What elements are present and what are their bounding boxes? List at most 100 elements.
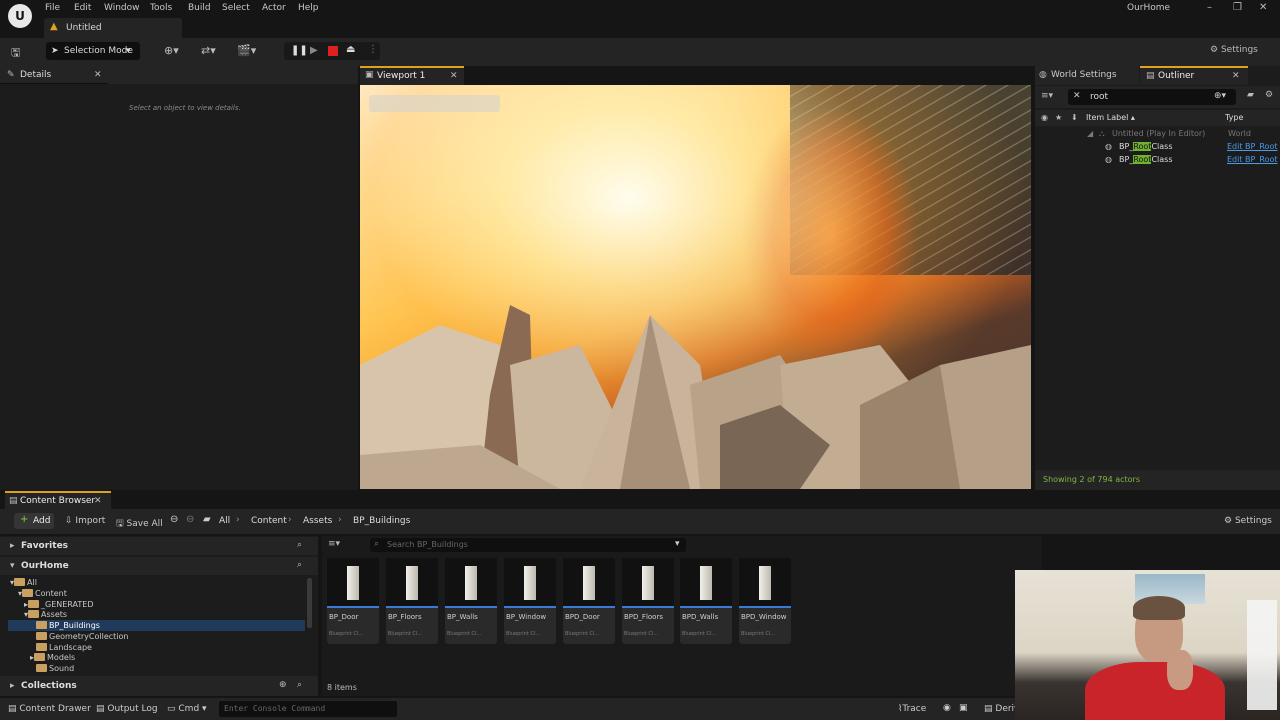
record-icon[interactable]: ◉ — [943, 703, 951, 713]
back-icon[interactable]: ⊖ — [170, 514, 178, 525]
breadcrumb-all[interactable]: All — [219, 516, 230, 526]
search-icon[interactable]: ⌕ — [297, 560, 302, 570]
step-icon[interactable]: ▶ — [310, 45, 318, 56]
menu-file[interactable]: File — [45, 3, 60, 13]
tab-outliner[interactable]: ▤ Outliner ✕ — [1140, 66, 1248, 85]
tree-item-all[interactable]: ▾ All — [10, 578, 37, 587]
close-tab-icon[interactable]: ✕ — [450, 71, 458, 81]
game-viewport[interactable] — [360, 85, 1031, 489]
add-button[interactable]: + Add — [14, 513, 54, 529]
tree-item-models[interactable]: ▸ Models — [30, 653, 75, 662]
tab-viewport[interactable]: ▣ Viewport 1 ✕ — [360, 66, 464, 85]
asset-tile[interactable]: BP_Floors Blueprint Cl... — [386, 558, 438, 644]
screenshot-icon[interactable]: ▣ — [959, 703, 968, 713]
stop-icon[interactable] — [328, 46, 338, 56]
visibility-icon[interactable]: ◉ — [1041, 113, 1048, 122]
collections-section[interactable]: ▸ Collections ⊕ ⌕ — [0, 676, 318, 696]
outliner-search-input[interactable]: ✕ root ⊕▾ — [1068, 89, 1236, 105]
star-icon[interactable]: ★ — [1055, 113, 1062, 122]
menu-window[interactable]: Window — [104, 3, 140, 13]
favorites-section[interactable]: ▸ Favorites ⌕ — [0, 537, 318, 555]
edit-blueprint-link[interactable]: Edit BP_Root — [1227, 155, 1277, 164]
menu-tools[interactable]: Tools — [150, 3, 172, 13]
forward-icon[interactable]: ⊖ — [186, 514, 194, 525]
add-filter-icon[interactable]: ⊕▾ — [1214, 91, 1226, 101]
asset-tile[interactable]: BP_Walls Blueprint Cl... — [445, 558, 497, 644]
filter-icon[interactable]: ≡▾ — [1041, 91, 1053, 101]
clear-search-icon[interactable]: ✕ — [1073, 91, 1081, 101]
transform-icon[interactable]: ⇄▾ — [201, 44, 216, 57]
outliner-world-row[interactable]: ◢ ⛬ Untitled (Play In Editor) World — [1035, 127, 1280, 139]
add-actor-icon[interactable]: ⊕▾ — [164, 44, 179, 57]
outliner-row[interactable]: ◍ BP_RootClass Edit BP_Root — [1035, 141, 1280, 153]
tree-item-sound[interactable]: Sound — [36, 664, 74, 673]
cursor-icon: ➤ — [51, 46, 59, 56]
asset-name: BPD_Floors — [624, 613, 663, 621]
breadcrumb-content[interactable]: Content — [251, 516, 287, 526]
close-tab-icon[interactable]: ✕ — [94, 496, 102, 506]
restore-icon[interactable]: ❐ — [1233, 2, 1242, 13]
tree-item-geometry-collection[interactable]: GeometryCollection — [36, 632, 128, 641]
save-all-button[interactable]: 🖫 Save All — [116, 516, 163, 532]
asset-tile[interactable]: BPD_Floors Blueprint Cl... — [622, 558, 674, 644]
document-tab[interactable]: ▲ Untitled — [44, 18, 182, 38]
menu-select[interactable]: Select — [222, 3, 250, 13]
selection-mode-dropdown[interactable]: ➤ Selection Mode ▾ — [46, 42, 140, 60]
settings-button[interactable]: ⚙ Settings — [1210, 45, 1258, 55]
add-collection-icon[interactable]: ⊕ — [279, 680, 287, 690]
expand-arrow-icon[interactable]: ◢ — [1087, 129, 1093, 138]
tab-content-browser[interactable]: ▤ Content Browser ✕ — [5, 491, 111, 509]
content-drawer-button[interactable]: ▤ Content Drawer — [8, 704, 91, 714]
tree-item-generated[interactable]: ▸ _GENERATED — [24, 600, 94, 609]
asset-type: Blueprint Cl... — [565, 631, 600, 637]
minimize-icon[interactable]: – — [1207, 2, 1212, 13]
column-item-label[interactable]: Item Label ▴ — [1086, 113, 1135, 122]
tree-item-content[interactable]: ▾ Content — [18, 589, 67, 598]
folder-icon[interactable]: ▰ — [203, 514, 211, 525]
save-icon[interactable]: 🖫 — [11, 44, 20, 63]
import-label: Import — [75, 516, 106, 526]
asset-tile[interactable]: BPD_Door Blueprint Cl... — [563, 558, 615, 644]
breadcrumb-assets[interactable]: Assets — [303, 516, 332, 526]
gear-icon[interactable]: ⚙ — [1265, 90, 1273, 100]
pause-icon[interactable]: ❚❚ — [291, 45, 308, 56]
eject-icon[interactable]: ⏏ — [346, 44, 355, 55]
tree-scrollbar[interactable] — [307, 578, 312, 628]
cb-settings-button[interactable]: ⚙ Settings — [1224, 516, 1272, 526]
asset-tile[interactable]: BPD_Window Blueprint Cl... — [739, 558, 791, 644]
tab-world-settings[interactable]: ◍ World Settings — [1035, 66, 1139, 85]
output-log-button[interactable]: ▤ Output Log — [96, 704, 158, 714]
tree-item-assets[interactable]: ▾ Assets — [24, 610, 67, 619]
cinematics-icon[interactable]: 🎬▾ — [237, 44, 256, 57]
filter-icon[interactable]: ≡▾ — [328, 539, 340, 549]
trace-button[interactable]: ⌇Trace — [898, 704, 926, 714]
more-options-icon[interactable]: ⋮ — [368, 44, 378, 55]
console-input[interactable]: Enter Console Command — [219, 701, 397, 717]
search-icon[interactable]: ⌕ — [297, 540, 302, 550]
edit-blueprint-link[interactable]: Edit BP_Root — [1227, 142, 1277, 151]
menu-edit[interactable]: Edit — [74, 3, 91, 13]
close-icon[interactable]: ✕ — [1259, 2, 1267, 13]
close-tab-icon[interactable]: ✕ — [1232, 71, 1240, 81]
search-icon[interactable]: ⌕ — [297, 680, 302, 690]
asset-tile[interactable]: BPD_Walls Blueprint Cl... — [680, 558, 732, 644]
close-tab-icon[interactable]: ✕ — [94, 70, 102, 80]
new-folder-icon[interactable]: ▰ — [1247, 90, 1254, 100]
chevron-down-icon[interactable]: ▾ — [675, 539, 680, 549]
breadcrumb-bp-buildings[interactable]: BP_Buildings — [353, 516, 410, 526]
asset-tile[interactable]: BP_Door Blueprint Cl... — [327, 558, 379, 644]
project-section[interactable]: ▾ OurHome ⌕ — [0, 557, 318, 575]
outliner-row[interactable]: ◍ BP_RootClass Edit BP_Root — [1035, 154, 1280, 166]
import-button[interactable]: ⇩ Import — [65, 516, 105, 526]
cmd-dropdown[interactable]: ▭ Cmd ▾ — [167, 704, 207, 714]
asset-search-input[interactable]: ⌕ Search BP_Buildings ▾ — [370, 538, 686, 552]
column-type[interactable]: Type — [1225, 113, 1243, 122]
menu-actor[interactable]: Actor — [262, 3, 286, 13]
tab-details[interactable]: ✎ Details ✕ — [0, 66, 108, 84]
asset-tile[interactable]: BP_Window Blueprint Cl... — [504, 558, 556, 644]
pin-icon[interactable]: ⬇ — [1071, 113, 1078, 122]
tree-item-bp-buildings[interactable]: BP_Buildings — [36, 621, 100, 630]
menu-build[interactable]: Build — [188, 3, 211, 13]
menu-help[interactable]: Help — [298, 3, 319, 13]
tree-item-landscape[interactable]: Landscape — [36, 643, 92, 652]
